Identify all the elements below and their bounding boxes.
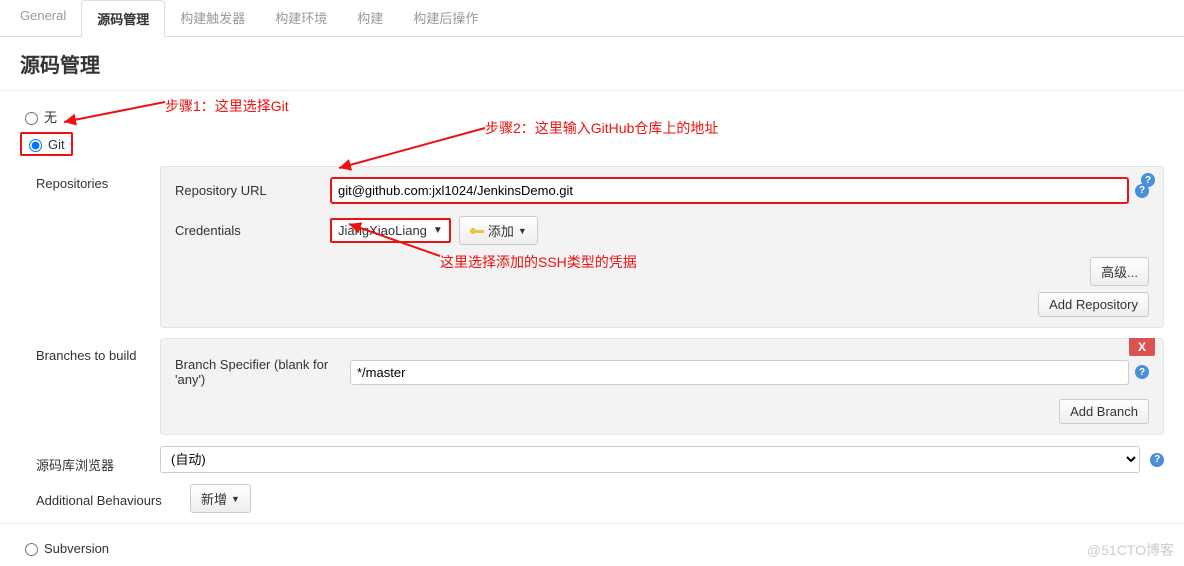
close-icon[interactable]: X bbox=[1129, 338, 1155, 356]
config-tabs: General 源码管理 构建触发器 构建环境 构建 构建后操作 bbox=[0, 0, 1184, 37]
add-credentials-button[interactable]: 添加 ▼ bbox=[459, 216, 538, 245]
chevron-down-icon: ▼ bbox=[231, 494, 240, 504]
branch-specifier-input[interactable] bbox=[350, 360, 1129, 385]
scm-subversion-label: Subversion bbox=[44, 541, 109, 556]
scm-radio-subversion[interactable] bbox=[25, 543, 38, 556]
scm-git-label: Git bbox=[48, 137, 65, 152]
advanced-button[interactable]: 高级... bbox=[1090, 257, 1149, 286]
add-repository-button[interactable]: Add Repository bbox=[1038, 292, 1149, 317]
section-title: 源码管理 bbox=[0, 37, 1184, 91]
branches-label: Branches to build bbox=[30, 338, 160, 435]
repo-browser-label: 源码库浏览器 bbox=[30, 445, 160, 474]
watermark: @51CTO博客 bbox=[1087, 540, 1174, 560]
tab-triggers[interactable]: 构建触发器 bbox=[165, 0, 260, 36]
credentials-select[interactable]: JiangXiaoLiang ▼ bbox=[330, 218, 451, 243]
help-icon[interactable]: ? bbox=[1135, 365, 1149, 379]
tab-scm[interactable]: 源码管理 bbox=[81, 0, 165, 37]
repo-url-label: Repository URL bbox=[175, 183, 330, 198]
tab-build[interactable]: 构建 bbox=[342, 0, 398, 36]
scm-none-label: 无 bbox=[44, 107, 57, 126]
add-label: 添加 bbox=[488, 221, 514, 240]
help-icon[interactable]: ? bbox=[1150, 453, 1164, 467]
repo-url-input[interactable] bbox=[330, 177, 1129, 204]
tab-post[interactable]: 构建后操作 bbox=[398, 0, 493, 36]
branches-block: X Branch Specifier (blank for 'any') ? A… bbox=[160, 338, 1164, 435]
scm-radio-none[interactable] bbox=[25, 112, 38, 125]
scm-radio-git[interactable] bbox=[29, 139, 42, 152]
repositories-label: Repositories bbox=[30, 166, 160, 328]
additional-add-button[interactable]: 新增 ▼ bbox=[190, 484, 251, 513]
key-icon bbox=[470, 227, 484, 235]
repositories-block: ? Repository URL ? Credentials JiangXiao… bbox=[160, 166, 1164, 328]
credentials-value: JiangXiaoLiang bbox=[338, 223, 427, 238]
credentials-label: Credentials bbox=[175, 223, 330, 238]
branch-specifier-label: Branch Specifier (blank for 'any') bbox=[175, 357, 350, 387]
chevron-down-icon: ▼ bbox=[433, 225, 443, 236]
tab-general[interactable]: General bbox=[5, 0, 81, 36]
chevron-down-icon: ▼ bbox=[518, 226, 527, 236]
tab-env[interactable]: 构建环境 bbox=[260, 0, 342, 36]
help-icon[interactable]: ? bbox=[1135, 184, 1149, 198]
additional-add-label: 新增 bbox=[201, 489, 227, 508]
repo-browser-select[interactable]: (自动) bbox=[160, 446, 1140, 473]
additional-label: Additional Behaviours bbox=[30, 489, 190, 508]
add-branch-button[interactable]: Add Branch bbox=[1059, 399, 1149, 424]
